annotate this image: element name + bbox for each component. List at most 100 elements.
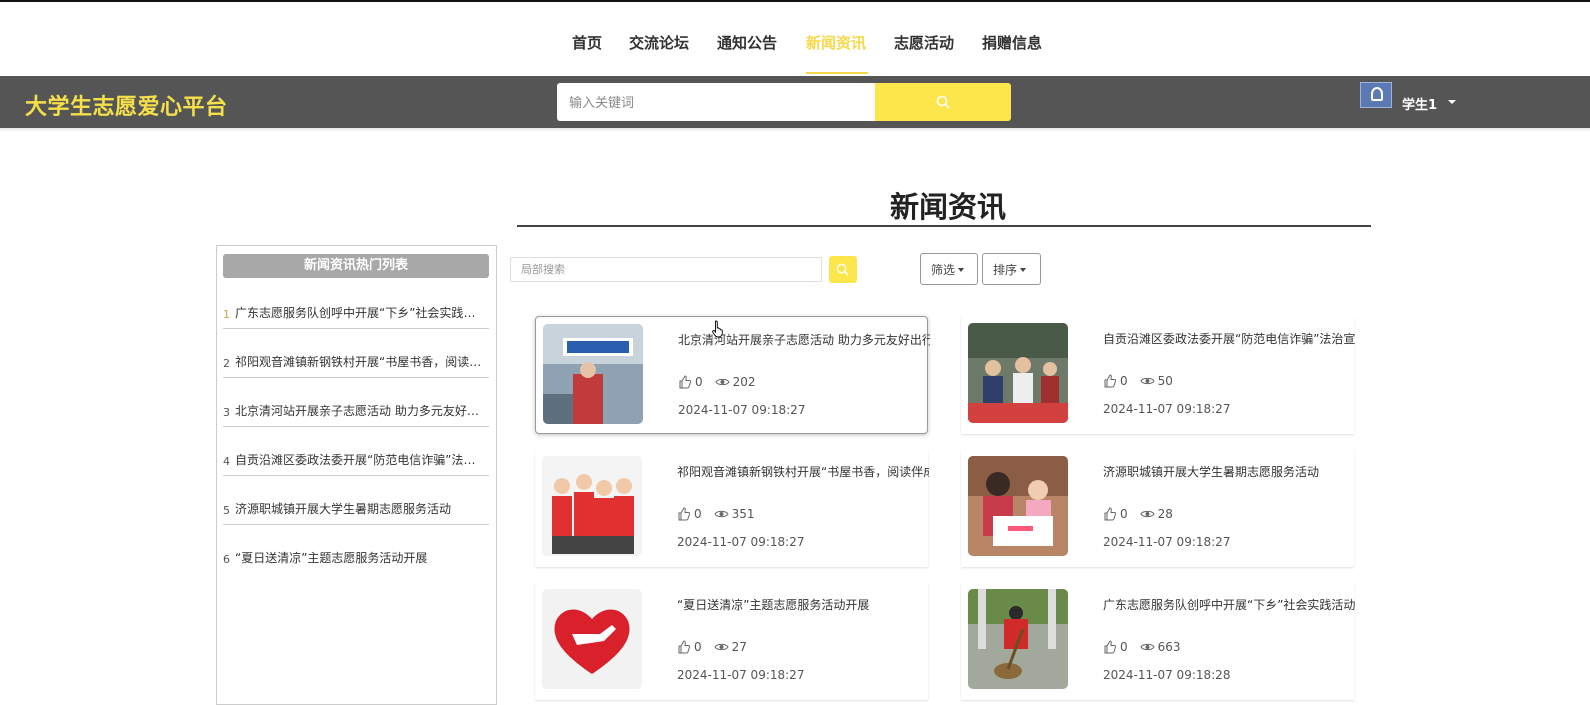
hot-list-item[interactable]: 1 广东志愿服务队创呼中开展“下乡”社会实践活动 [223,280,489,329]
news-stats: 0 27 [677,640,747,654]
like-count: 0 [1120,640,1128,654]
like-count: 0 [694,640,702,654]
like-count: 0 [695,375,703,389]
nav-item-news[interactable]: 新闻资讯 [806,32,866,53]
news-date: 2024-11-07 09:18:27 [1103,535,1231,549]
like-count: 0 [1120,374,1128,388]
thumbs-up-icon[interactable] [1103,640,1117,654]
news-stats: 0 50 [1103,374,1173,388]
thumbs-up-icon[interactable] [677,507,691,521]
username[interactable]: 学生1 [1402,94,1437,113]
thumbs-up-icon[interactable] [1103,374,1117,388]
nav-item-notices[interactable]: 通知公告 [717,32,777,53]
thumbs-up-icon[interactable] [677,640,691,654]
hot-item-number: 5 [223,504,230,517]
news-date: 2024-11-07 09:18:27 [677,668,805,682]
eye-icon [1140,643,1155,651]
header-bar: 大学生志愿爱心平台 学生1 [0,76,1590,128]
thumbs-up-icon[interactable] [678,375,692,389]
news-thumbnail[interactable] [968,456,1068,556]
hand-cursor-icon [712,320,723,338]
sort-label: 排序 [993,262,1018,277]
news-thumbnail[interactable] [542,589,642,689]
news-card[interactable]: 祁阳观音滩镇新钢铁村开展“书屋书香，阅读伴成长”活动 0 351 2024-11… [535,449,929,567]
news-stats: 0 202 [678,375,756,389]
news-thumbnail[interactable] [543,324,643,424]
header-shadow [0,128,1590,132]
hot-list-item[interactable]: 2 祁阳观音滩镇新钢铁村开展“书屋书香，阅读伴成长”活动 [223,329,489,378]
nav-item-donation[interactable]: 捐赠信息 [982,32,1042,53]
search-icon [936,95,950,109]
news-thumbnail[interactable] [542,456,642,556]
filter-dropdown[interactable]: 筛选 [920,253,978,285]
hot-item-number: 1 [223,308,230,321]
hot-list-item[interactable]: 6 “夏日送清凉”主题志愿服务活动开展 [223,525,489,574]
nav-item-forum[interactable]: 交流论坛 [629,32,689,53]
sort-dropdown[interactable]: 排序 [982,253,1041,285]
nav-item-home[interactable]: 首页 [572,32,602,53]
hot-item-number: 3 [223,406,230,419]
eye-icon [1140,510,1155,518]
news-thumbnail[interactable] [968,323,1068,423]
news-date: 2024-11-07 09:18:27 [678,403,806,417]
caret-down-icon [1020,268,1027,273]
news-card[interactable]: 济源职城镇开展大学生暑期志愿服务活动 0 28 2024-11-07 09:18… [961,449,1354,567]
news-card[interactable]: 自贡沿滩区委政法委开展“防范电信诈骗”法治宣传活动 0 50 2024-11-0… [961,316,1355,434]
eye-icon [714,510,729,518]
news-stats: 0 28 [1103,507,1173,521]
hot-item-title[interactable]: “夏日送清凉”主题志愿服务活动开展 [235,549,483,566]
news-title[interactable]: 祁阳观音滩镇新钢铁村开展“书屋书香，阅读伴成长”活动 [677,463,929,480]
search-icon [836,263,849,276]
nav-active-underline [806,72,868,74]
like-count: 0 [694,507,702,521]
news-title[interactable]: “夏日送清凉”主题志愿服务活动开展 [677,596,929,613]
search-input[interactable] [557,83,875,121]
site-brand[interactable]: 大学生志愿爱心平台 [25,89,228,121]
top-nav: 首页 交流论坛 通知公告 新闻资讯 志愿活动 捐赠信息 [0,2,1590,76]
hot-item-title[interactable]: 广东志愿服务队创呼中开展“下乡”社会实践活动 [235,304,483,321]
hot-list-item[interactable]: 3 北京清河站开展亲子志愿活动 助力多元友好出行 [223,378,489,427]
eye-icon [714,643,729,651]
eye-icon [715,378,730,386]
nav-item-volunteer[interactable]: 志愿活动 [894,32,954,53]
hot-item-title[interactable]: 济源职城镇开展大学生暑期志愿服务活动 [235,500,483,517]
page-title: 新闻资讯 [890,190,1007,224]
news-stats: 0 663 [1103,640,1181,654]
news-thumbnail[interactable] [968,589,1068,689]
thumbs-up-icon[interactable] [1103,507,1117,521]
news-card[interactable]: 北京清河站开展亲子志愿活动 助力多元友好出行 0 202 2024-11-07 … [535,316,930,434]
sidebar-title: 新闻资讯热门列表 [223,254,489,278]
caret-down-icon [958,268,965,273]
chevron-down-icon[interactable] [1448,100,1456,104]
view-count: 27 [731,640,747,654]
avatar-icon[interactable] [1360,82,1392,108]
eye-icon [1140,377,1155,385]
news-card[interactable]: 广东志愿服务队创呼中开展“下乡”社会实践活动 0 663 2024-11-07 … [961,582,1355,700]
news-date: 2024-11-07 09:18:27 [1103,402,1231,416]
filter-label: 筛选 [931,262,956,277]
title-divider [517,225,1371,227]
view-count: 351 [731,507,755,521]
hot-item-number: 2 [223,357,230,370]
news-title[interactable]: 广东志愿服务队创呼中开展“下乡”社会实践活动 [1103,596,1355,613]
like-count: 0 [1120,507,1128,521]
hot-item-title[interactable]: 北京清河站开展亲子志愿活动 助力多元友好出行 [235,402,483,419]
local-search-input[interactable] [510,257,822,282]
view-count: 663 [1157,640,1181,654]
hot-item-title[interactable]: 自贡沿滩区委政法委开展“防范电信诈骗”法治宣传活动 [235,451,483,468]
hot-item-number: 4 [223,455,230,468]
view-count: 202 [732,375,756,389]
news-title[interactable]: 自贡沿滩区委政法委开展“防范电信诈骗”法治宣传活动 [1103,330,1355,347]
news-date: 2024-11-07 09:18:27 [677,535,805,549]
hot-list-item[interactable]: 4 自贡沿滩区委政法委开展“防范电信诈骗”法治宣传活动 [223,427,489,476]
view-count: 28 [1157,507,1173,521]
news-stats: 0 351 [677,507,755,521]
hot-item-title[interactable]: 祁阳观音滩镇新钢铁村开展“书屋书香，阅读伴成长”活动 [235,353,483,370]
hot-list-item[interactable]: 5 济源职城镇开展大学生暑期志愿服务活动 [223,476,489,525]
news-card[interactable]: “夏日送清凉”主题志愿服务活动开展 0 27 2024-11-07 09:18:… [535,582,928,700]
local-search-button[interactable] [829,256,857,283]
hot-item-number: 6 [223,553,230,566]
hot-news-sidebar: 新闻资讯热门列表 1 广东志愿服务队创呼中开展“下乡”社会实践活动 2 祁阳观音… [216,245,497,705]
news-title[interactable]: 济源职城镇开展大学生暑期志愿服务活动 [1103,463,1355,480]
search-button[interactable] [875,83,1011,121]
